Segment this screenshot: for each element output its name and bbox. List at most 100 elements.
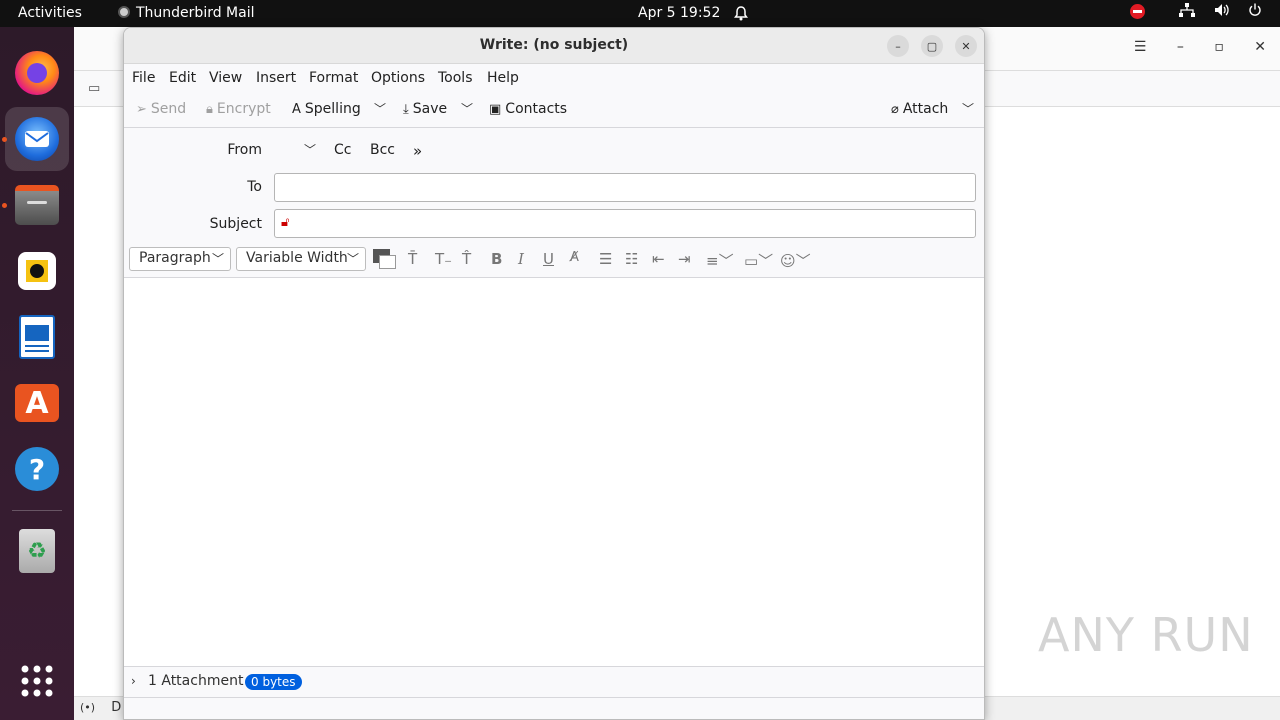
font-size-larger-alt-icon[interactable]: T̂ xyxy=(462,250,471,268)
numbered-list-icon[interactable]: ☷ xyxy=(625,250,638,268)
app-menu-icon[interactable]: ☰ xyxy=(1134,39,1147,55)
app-menu[interactable]: Thunderbird Mail xyxy=(118,0,255,27)
maximize-button[interactable]: ▢ xyxy=(921,35,943,57)
contacts-button[interactable]: ▣ Contacts xyxy=(489,101,567,117)
thunderbird-icon xyxy=(15,117,59,161)
online-status-icon[interactable]: (•) xyxy=(80,701,95,714)
dock-writer[interactable] xyxy=(5,305,69,369)
dock-thunderbird[interactable] xyxy=(2,107,69,171)
bullet-list-icon[interactable]: ☰ xyxy=(599,250,612,268)
subject-field[interactable]: 🔓︎ xyxy=(274,209,976,238)
spelling-button[interactable]: A Spelling xyxy=(292,101,361,117)
contacts-label: Contacts xyxy=(505,101,568,117)
attachment-bar[interactable]: › 1 Attachment 0 bytes xyxy=(124,666,984,698)
help-icon: ? xyxy=(15,447,59,491)
message-body-editor[interactable] xyxy=(124,278,984,666)
minimize-button[interactable]: – xyxy=(887,35,909,57)
paperclip-icon: ⌀ xyxy=(891,102,899,117)
subject-label: Subject xyxy=(209,216,262,232)
volume-icon xyxy=(1214,0,1230,27)
dock: A ? ♻ xyxy=(0,27,74,720)
dock-files[interactable] xyxy=(2,173,69,237)
spellcheck-icon: A xyxy=(292,102,301,117)
encrypt-button[interactable]: 🔒︎ Encrypt xyxy=(206,101,271,117)
trash-icon: ♻ xyxy=(19,529,55,573)
italic-icon[interactable]: I xyxy=(518,250,524,268)
activities-button[interactable]: Activities xyxy=(18,0,82,27)
minimize-icon[interactable]: – xyxy=(1177,39,1184,55)
save-button[interactable]: ⤓ Save xyxy=(403,101,447,117)
spelling-dropdown-chevron-icon[interactable]: ﹀ xyxy=(374,100,386,117)
download-icon: ⤓ xyxy=(403,102,409,117)
insert-image-icon[interactable]: ▭﹀ xyxy=(744,250,773,271)
show-apps-button[interactable] xyxy=(5,649,69,713)
close-icon[interactable]: ✕ xyxy=(1254,39,1266,55)
menu-options[interactable]: Options xyxy=(371,70,425,86)
app-center-icon: A xyxy=(15,384,59,422)
chevron-down-icon: ﹀ xyxy=(211,252,224,266)
network-icon xyxy=(1179,0,1196,27)
to-label: To xyxy=(247,179,262,195)
font-size-smaller-icon[interactable]: T₋ xyxy=(435,250,452,268)
main-window-controls: ☰ – ▫ ✕ xyxy=(1108,39,1266,55)
menu-edit[interactable]: Edit xyxy=(169,70,196,86)
notification-bell-icon[interactable] xyxy=(734,0,748,27)
from-label: From xyxy=(227,142,262,158)
menu-file[interactable]: File xyxy=(132,70,155,86)
underline-icon[interactable]: U xyxy=(543,250,554,268)
font-select[interactable]: Variable Width ﹀ xyxy=(236,247,366,271)
attach-label: Attach xyxy=(902,101,949,117)
writer-icon xyxy=(19,315,55,359)
watermark: ANY RUN xyxy=(1038,608,1254,662)
menu-tools[interactable]: Tools xyxy=(438,70,473,86)
attachment-count: 1 Attachment xyxy=(148,673,244,689)
chevron-down-icon: ﹀ xyxy=(346,252,359,266)
paragraph-format-select[interactable]: Paragraph ﹀ xyxy=(129,247,231,271)
dock-rhythmbox[interactable] xyxy=(5,239,69,303)
remove-formatting-icon[interactable]: A̸ xyxy=(570,250,579,265)
save-dropdown-chevron-icon[interactable]: ﹀ xyxy=(461,100,473,117)
menu-insert[interactable]: Insert xyxy=(256,70,296,86)
rhythmbox-icon xyxy=(18,252,56,290)
expand-chevron-icon[interactable]: › xyxy=(131,674,136,688)
encrypt-label: Encrypt xyxy=(216,101,271,117)
restore-icon[interactable]: ▫ xyxy=(1214,39,1224,55)
bold-icon[interactable]: B xyxy=(491,250,502,268)
to-field[interactable] xyxy=(274,173,976,202)
compose-title: Write: (no subject) xyxy=(479,37,629,53)
send-button[interactable]: ➢ Send xyxy=(136,101,186,117)
dock-trash[interactable]: ♻ xyxy=(5,519,69,583)
attach-button[interactable]: ⌀ Attach xyxy=(891,101,948,117)
system-tray[interactable] xyxy=(1116,0,1262,27)
text-color-icon[interactable] xyxy=(373,249,397,271)
encryption-off-icon[interactable]: 🔓︎ xyxy=(281,215,289,230)
clock[interactable]: Apr 5 19:52 xyxy=(638,0,720,27)
emoji-icon[interactable]: ☺﹀ xyxy=(780,250,811,271)
font-size-larger-icon[interactable]: T̄ xyxy=(408,250,417,268)
dock-help[interactable]: ? xyxy=(5,437,69,501)
top-bar: Activities Thunderbird Mail Apr 5 19:52 xyxy=(0,0,1280,27)
power-icon xyxy=(1248,0,1262,27)
more-headers-icon[interactable]: » xyxy=(413,142,422,160)
bcc-button[interactable]: Bcc xyxy=(370,142,395,158)
dock-firefox[interactable] xyxy=(5,41,69,105)
compose-toolbar: ➢ Send 🔒︎ Encrypt A Spelling ﹀ ⤓ Save ﹀ ▣ Con… xyxy=(124,92,984,128)
format-toolbar: Paragraph ﹀ Variable Width ﹀ T̄ T₋ T̂ B I … xyxy=(124,242,984,278)
paragraph-format-value: Paragraph xyxy=(139,250,211,266)
close-button[interactable]: ✕ xyxy=(955,35,977,57)
thunderbird-icon xyxy=(118,6,130,18)
outdent-icon[interactable]: ⇤ xyxy=(652,250,665,268)
menu-format[interactable]: Format xyxy=(309,70,358,86)
menu-bar: File Edit View Insert Format Options Too… xyxy=(124,64,984,92)
cc-button[interactable]: Cc xyxy=(334,142,351,158)
attach-dropdown-chevron-icon[interactable]: ﹀ xyxy=(962,100,974,117)
folder-icon[interactable]: ▭ xyxy=(88,81,100,96)
grid-icon xyxy=(21,665,53,697)
indent-icon[interactable]: ⇥ xyxy=(678,250,691,268)
menu-view[interactable]: View xyxy=(209,70,242,86)
from-dropdown-chevron-icon[interactable]: ﹀ xyxy=(304,141,316,158)
menu-help[interactable]: Help xyxy=(487,70,519,86)
send-icon: ➢ xyxy=(136,102,147,117)
dock-app-center[interactable]: A xyxy=(5,371,69,435)
align-icon[interactable]: ≡﹀ xyxy=(706,250,734,271)
